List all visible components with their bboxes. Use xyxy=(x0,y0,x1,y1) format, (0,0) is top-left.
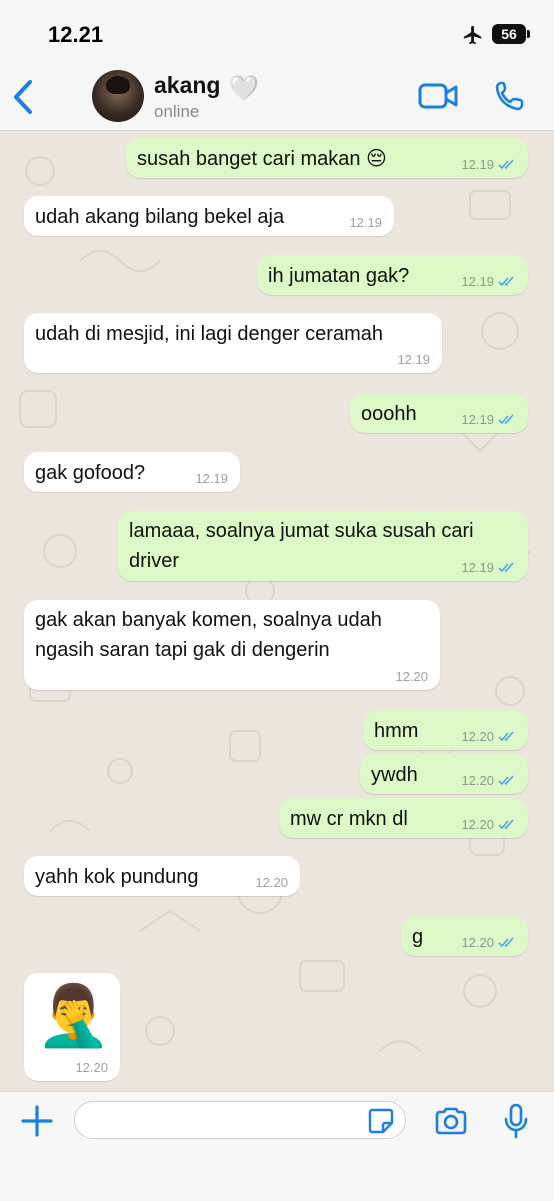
message-time: 12.19 xyxy=(397,352,430,367)
video-camera-icon[interactable] xyxy=(418,82,458,110)
message-meta: 12.20 xyxy=(461,935,516,950)
double-check-icon xyxy=(498,414,514,425)
message-bubble[interactable]: yahh kok pundung 12.20 xyxy=(24,856,300,896)
battery-level: 56 xyxy=(501,26,517,42)
contact-status: online xyxy=(154,102,200,121)
message-meta: 12.19 xyxy=(461,412,516,427)
message-time: 12.19 xyxy=(195,471,228,486)
message-time: 12.19 xyxy=(461,274,494,289)
message-text: mw cr mkn dl xyxy=(290,808,408,830)
camera-icon[interactable] xyxy=(434,1106,468,1136)
message-bubble[interactable]: udah akang bilang bekel aja 12.19 xyxy=(24,196,394,236)
double-check-icon xyxy=(498,937,514,948)
double-check-icon xyxy=(498,562,514,573)
message-time: 12.20 xyxy=(461,817,494,832)
message-meta: 12.20 xyxy=(75,1060,108,1075)
message-text: gak akan banyak komen, soalnya udah ngas… xyxy=(35,609,382,661)
message-meta: 12.20 xyxy=(461,729,516,744)
message-bubble[interactable]: ih jumatan gak? 12.19 xyxy=(257,255,528,295)
message-bubble[interactable]: g 12.20 xyxy=(401,916,528,956)
status-time: 12.21 xyxy=(48,22,104,47)
message-bubble[interactable]: mw cr mkn dl 12.20 xyxy=(279,798,528,838)
message-time: 12.20 xyxy=(395,669,428,684)
airplane-icon xyxy=(463,25,482,45)
message-bubble[interactable]: susah banget cari makan 😔 12.19 xyxy=(126,138,528,178)
message-time: 12.20 xyxy=(461,729,494,744)
message-text: udah di mesjid, ini lagi denger ceramah xyxy=(35,323,383,345)
double-check-icon xyxy=(498,159,514,170)
message-text: lamaaa, soalnya jumat suka susah cari dr… xyxy=(129,520,474,572)
message-text: ooohh xyxy=(361,403,417,425)
chat-area[interactable]: susah banget cari makan 😔 12.19 udah aka… xyxy=(0,131,554,1091)
double-check-icon xyxy=(498,775,514,786)
message-bubble[interactable]: gak akan banyak komen, soalnya udah ngas… xyxy=(24,600,440,690)
message-time: 12.20 xyxy=(461,773,494,788)
message-meta: 12.20 xyxy=(461,773,516,788)
message-time: 12.20 xyxy=(461,935,494,950)
facepalm-sticker: 🤦‍♂️ xyxy=(36,982,111,1049)
battery-tip xyxy=(527,30,530,38)
message-bubble[interactable]: gak gofood? 12.19 xyxy=(24,452,240,492)
message-meta: 12.20 xyxy=(255,875,288,890)
message-time: 12.19 xyxy=(349,215,382,230)
sticker-icon[interactable] xyxy=(368,1108,394,1134)
message-time: 12.20 xyxy=(255,875,288,890)
message-meta: 12.19 xyxy=(195,471,228,486)
message-bubble[interactable]: hmm 12.20 xyxy=(363,710,528,750)
contact-name[interactable]: akang xyxy=(154,72,220,99)
message-text: yahh kok pundung xyxy=(35,866,199,888)
heart-icon: 🤍 xyxy=(229,75,259,102)
double-check-icon xyxy=(498,276,514,287)
message-bubble[interactable]: lamaaa, soalnya jumat suka susah cari dr… xyxy=(118,511,528,581)
message-meta: 12.19 xyxy=(461,560,516,575)
microphone-icon[interactable] xyxy=(503,1103,529,1139)
double-check-icon xyxy=(498,731,514,742)
message-text: udah akang bilang bekel aja xyxy=(35,206,285,228)
input-bar xyxy=(0,1091,554,1201)
message-meta: 12.20 xyxy=(395,669,428,684)
status-bar: 12.21 56 xyxy=(0,0,554,62)
chat-header: akang 🤍 online xyxy=(0,62,554,131)
avatar[interactable] xyxy=(92,70,144,122)
message-time: 12.19 xyxy=(461,157,494,172)
message-time: 12.19 xyxy=(461,560,494,575)
message-meta: 12.19 xyxy=(397,352,430,367)
message-text: susah banget cari makan 😔 xyxy=(137,148,387,170)
message-text: ih jumatan gak? xyxy=(268,265,410,287)
message-time: 12.19 xyxy=(461,412,494,427)
message-meta: 12.19 xyxy=(461,274,516,289)
message-text: gak gofood? xyxy=(35,462,146,484)
message-text: ywdh xyxy=(371,764,418,786)
message-text: g xyxy=(412,926,424,948)
message-bubble[interactable]: ywdh 12.20 xyxy=(360,754,528,794)
message-bubble[interactable]: udah di mesjid, ini lagi denger ceramah … xyxy=(24,313,442,373)
phone-icon[interactable] xyxy=(494,80,524,112)
battery-icon: 56 xyxy=(492,24,526,44)
message-text: hmm xyxy=(374,720,419,742)
message-meta: 12.20 xyxy=(461,817,516,832)
message-meta: 12.19 xyxy=(461,157,516,172)
double-check-icon xyxy=(498,819,514,830)
message-time: 12.20 xyxy=(75,1060,108,1075)
plus-icon[interactable] xyxy=(20,1104,54,1138)
back-chevron-icon[interactable] xyxy=(10,78,38,116)
message-bubble[interactable]: ooohh 12.19 xyxy=(350,393,528,433)
message-input[interactable] xyxy=(74,1101,406,1139)
message-meta: 12.19 xyxy=(349,215,382,230)
sticker-bubble[interactable]: 🤦‍♂️ 12.20 xyxy=(24,973,120,1081)
